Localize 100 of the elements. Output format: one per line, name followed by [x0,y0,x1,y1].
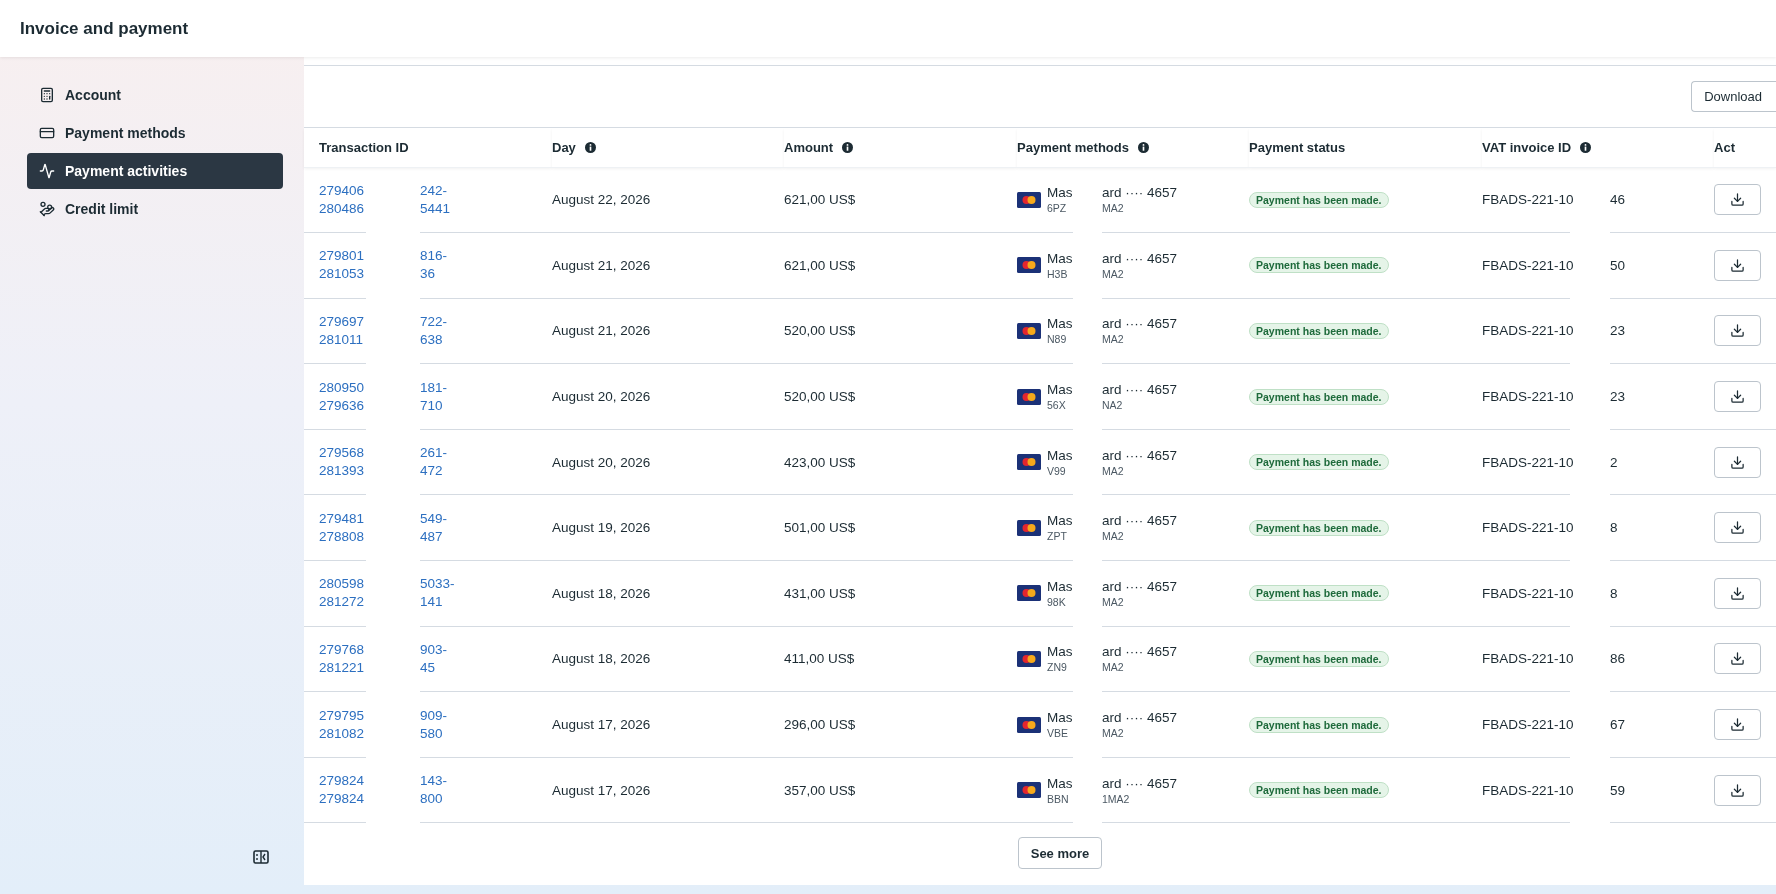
amount-cell: 411,00 US$ [784,651,855,667]
see-more-button[interactable]: See more [1017,837,1103,870]
transaction-link[interactable]: 638 [420,331,552,349]
download-icon [1730,323,1746,339]
transaction-link[interactable]: 903- [420,640,552,659]
card-code: MA2 [1102,463,1125,478]
transaction-link[interactable]: 281272 [319,593,366,612]
card-code: MA2 [1102,266,1125,281]
transaction-link[interactable]: 279406 [319,181,366,200]
transaction-link[interactable]: 5033- [420,575,552,594]
card-code: NA2 [1102,398,1124,413]
download-row-button[interactable] [1714,184,1762,216]
mastercard-icon [1017,585,1041,602]
transaction-link[interactable]: 909- [420,706,552,725]
transaction-link[interactable]: 181- [420,378,552,397]
card-code: 6PZ [1047,201,1068,216]
transaction-link[interactable]: 279824 [319,790,366,809]
amount-cell: 621,00 US$ [784,257,856,273]
transaction-link[interactable]: 800 [420,790,552,809]
transaction-link[interactable]: 280486 [319,199,366,218]
card-number: ard ···· 4657 [1102,577,1179,595]
transaction-link[interactable]: 472 [420,462,552,481]
amount-cell: 423,00 US$ [784,454,856,470]
transaction-link[interactable]: 278808 [319,527,366,546]
transaction-link[interactable]: 279768 [319,640,366,659]
transaction-link[interactable]: 281053 [319,265,366,284]
transaction-link[interactable]: 5441 [420,199,552,218]
card-number: ard ···· 4657 [1102,446,1179,464]
transaction-link[interactable]: 281221 [319,658,366,677]
transaction-link[interactable]: 279481 [319,509,366,528]
transaction-link[interactable]: 143- [420,772,552,791]
transaction-link[interactable]: 722- [420,313,552,331]
card-code: MA2 [1102,726,1125,741]
sidebar-item[interactable]: Payment methods [27,115,283,151]
invoice-id: 23 [1610,389,1626,405]
hand-coin-icon [39,201,55,217]
invoice-id: FBADS-221-10 [1482,454,1574,470]
download-row-button[interactable] [1714,709,1762,741]
transaction-link[interactable]: 36 [420,265,552,284]
status-badge: Payment has been made. [1249,388,1389,405]
transaction-link[interactable]: 279697 [319,313,366,331]
invoice-id: FBADS-221-10 [1482,192,1574,208]
sidebar-item[interactable]: Payment activities [27,153,283,189]
download-row-button[interactable] [1714,446,1762,478]
info-icon [1580,141,1592,153]
card-number: ard ···· 4657 [1102,774,1179,792]
status-badge: Payment has been made. [1249,585,1389,602]
transaction-link[interactable]: 281082 [319,724,366,743]
info-icon [842,141,854,153]
download-row-button[interactable] [1714,381,1762,413]
card-name: Mas [1047,315,1073,333]
invoice-id: FBADS-221-10 [1482,585,1574,601]
transaction-link[interactable]: 580 [420,724,552,743]
transaction-link[interactable]: 279801 [319,247,366,266]
transaction-link[interactable]: 45 [420,658,552,677]
transaction-link[interactable]: 549- [420,509,552,528]
card-name: Mas [1047,643,1073,661]
card-code: MA2 [1102,660,1125,675]
amount-cell: 501,00 US$ [784,520,856,536]
column-title: Amount [784,139,834,155]
transaction-link[interactable]: 816- [420,247,552,266]
download-row-button[interactable] [1714,577,1762,609]
download-icon [1730,651,1746,667]
download-row-button[interactable] [1714,643,1762,675]
invoice-id: 8 [1610,585,1618,601]
transaction-link[interactable]: 242- [420,181,552,200]
invoice-id: FBADS-221-10 [1482,323,1574,339]
date-cell: August 20, 2026 [552,454,651,470]
card-code: ZPT [1047,529,1068,544]
card-icon [39,125,55,141]
download-row-button[interactable] [1714,249,1762,281]
download-button[interactable]: Download [1691,81,1776,112]
transaction-link[interactable]: 281393 [319,462,366,481]
transaction-link[interactable]: 710 [420,396,552,415]
date-cell: August 17, 2026 [552,717,651,733]
amount-cell: 520,00 US$ [784,323,856,339]
transaction-link[interactable]: 280950 [319,378,366,397]
transaction-link[interactable]: 261- [420,444,552,463]
transaction-link[interactable]: 487 [420,527,552,546]
column-title: Payment status [1249,139,1346,155]
download-row-button[interactable] [1714,512,1762,544]
transaction-link[interactable]: 279568 [319,444,366,463]
mastercard-icon [1017,257,1041,274]
column-title: Act [1714,139,1735,155]
download-row-button[interactable] [1714,315,1762,347]
transaction-link[interactable]: 279795 [319,706,366,725]
download-row-button[interactable] [1714,774,1762,806]
transaction-link[interactable]: 141 [420,593,552,612]
transaction-link[interactable]: 280598 [319,575,366,594]
transaction-link[interactable]: 279636 [319,396,366,415]
sidebar-item[interactable]: Account [27,77,283,113]
card-code: MA2 [1102,201,1125,216]
invoice-id: FBADS-221-10 [1482,257,1574,273]
card-number: ard ···· 4657 [1102,643,1179,661]
invoice-id: FBADS-221-10 [1482,389,1574,405]
transaction-link[interactable]: 279824 [319,772,366,791]
collapse-panel-icon[interactable] [253,850,269,864]
card-code: VBE [1047,726,1069,741]
transaction-link[interactable]: 281011 [319,331,366,349]
sidebar-item[interactable]: Credit limit [27,191,283,227]
